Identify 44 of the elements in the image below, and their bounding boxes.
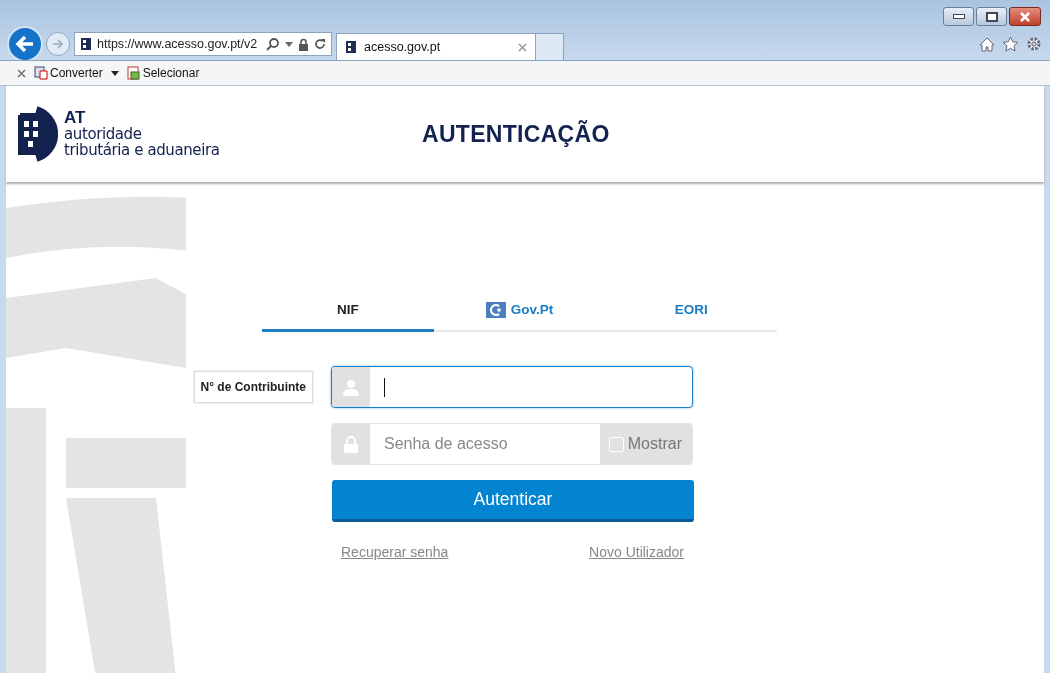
- settings-icon[interactable]: [1026, 36, 1042, 52]
- logo-emblem-icon: [18, 105, 58, 163]
- close-icon[interactable]: [518, 42, 527, 52]
- lock-icon[interactable]: [298, 37, 309, 51]
- lock-icon: [344, 435, 358, 453]
- star-icon[interactable]: [1002, 36, 1019, 52]
- password-field[interactable]: Senha de acesso Mostrar: [331, 423, 693, 465]
- refresh-icon[interactable]: [314, 38, 326, 50]
- login-tab[interactable]: Gov.Pt: [433, 290, 606, 332]
- back-button[interactable]: [7, 26, 43, 62]
- minimize-button[interactable]: [943, 7, 974, 26]
- pdf-document-icon: [34, 66, 48, 80]
- address-text: https://www.acesso.gov.pt/v2: [97, 37, 259, 51]
- logo-mark: AT: [64, 110, 87, 126]
- logo-text: autoridade: [64, 126, 143, 142]
- select-pdf-button[interactable]: Selecionar: [126, 66, 200, 80]
- address-bar[interactable]: https://www.acesso.gov.pt/v2: [74, 32, 332, 56]
- close-icon: [1018, 11, 1032, 22]
- maximize-button[interactable]: [976, 7, 1007, 26]
- show-password-checkbox[interactable]: Mostrar: [599, 424, 692, 464]
- site-icon: [345, 40, 357, 54]
- convert-pdf-button[interactable]: Converter: [34, 66, 103, 80]
- text-link[interactable]: Novo Utilizador: [589, 544, 684, 560]
- browser-tab[interactable]: acesso.gov.pt: [336, 33, 536, 60]
- user-icon: [343, 378, 359, 396]
- close-icon[interactable]: [17, 68, 26, 78]
- home-icon[interactable]: [979, 36, 995, 52]
- login-tab[interactable]: EORI: [605, 290, 777, 332]
- nif-input-field[interactable]: [331, 366, 693, 408]
- site-icon: [80, 37, 92, 51]
- text-link[interactable]: Recuperar senha: [341, 544, 449, 560]
- close-button[interactable]: [1009, 7, 1041, 26]
- logo-text: tributária e aduaneira: [64, 142, 220, 158]
- gov-pt-logo-icon: [485, 301, 506, 318]
- search-icon[interactable]: [266, 37, 280, 51]
- page-title: AUTENTICAÇÃO: [422, 120, 610, 148]
- forward-arrow-icon: [51, 37, 65, 51]
- authenticate-button[interactable]: Autenticar: [332, 480, 694, 522]
- back-arrow-icon: [14, 33, 36, 55]
- dropdown-icon[interactable]: [110, 70, 119, 76]
- document-select-icon: [126, 66, 141, 80]
- login-tab[interactable]: NIF: [262, 290, 434, 332]
- nif-label-tooltip: N° de Contribuinte: [193, 371, 313, 403]
- tab-title: acesso.gov.pt: [364, 40, 442, 54]
